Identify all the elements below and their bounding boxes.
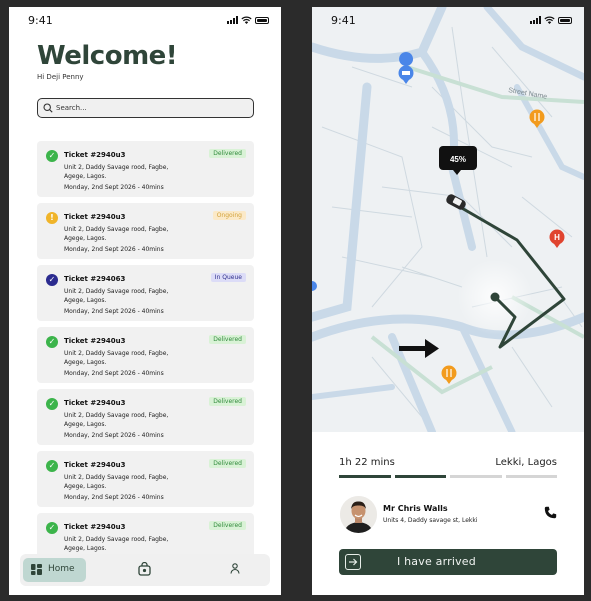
ticket-date: Monday, 2nd Sept 2026 - 40mins xyxy=(64,370,164,377)
status-icons xyxy=(227,16,269,24)
status-badge: Ongoing xyxy=(212,211,246,220)
destination-text: Lekki, Lagos xyxy=(495,457,557,468)
ticket-date: Monday, 2nd Sept 2026 - 40mins xyxy=(64,308,164,315)
status-icons xyxy=(530,16,572,24)
ticket-title: Ticket #2940u3 xyxy=(64,399,126,407)
nav-home-label: Home xyxy=(48,564,75,574)
arrived-button-label: I have arrived xyxy=(397,555,476,568)
check-icon: ✓ xyxy=(46,398,58,410)
progress-segment xyxy=(339,475,391,478)
check-icon: ✓ xyxy=(46,274,58,286)
check-icon: ✓ xyxy=(46,460,58,472)
destination-marker xyxy=(490,292,500,302)
home-screen: 9:41 Welcome! Hi Deji Penny ✓ Ticket #294… xyxy=(9,7,281,595)
ticket-title: Ticket #2940u3 xyxy=(64,213,126,221)
bag-icon[interactable] xyxy=(138,562,151,576)
search-bar[interactable] xyxy=(37,98,254,118)
ticket-date: Monday, 2nd Sept 2026 - 40mins xyxy=(64,494,164,501)
progress-segment xyxy=(450,475,502,478)
user-greeting: Hi Deji Penny xyxy=(37,73,84,81)
nav-home-tab[interactable]: Home xyxy=(23,558,86,582)
ticket-address: Unit 2, Daddy Savage rood, Fagbe, Agege,… xyxy=(64,350,169,366)
check-icon: ✓ xyxy=(46,336,58,348)
svg-text:H: H xyxy=(554,233,560,242)
ticket-address: Unit 2, Daddy Savage rood, Fagbe, Agege,… xyxy=(64,536,169,552)
progress-bubble-label: 45% xyxy=(450,155,466,164)
ticket-address: Unit 2, Daddy Savage rood, Fagbe, Agege,… xyxy=(64,164,169,180)
ticket-card[interactable]: ✓ Ticket #2940u3 Unit 2, Daddy Savage rood… xyxy=(37,141,254,197)
check-icon: ✓ xyxy=(46,522,58,534)
phone-call-icon[interactable] xyxy=(544,506,557,519)
trip-progress-bar xyxy=(339,475,557,478)
wifi-icon xyxy=(544,16,555,24)
route-map[interactable]: Street Name 45% H xyxy=(312,7,584,432)
battery-icon xyxy=(558,16,572,24)
search-input[interactable] xyxy=(56,102,246,114)
status-badge: Delivered xyxy=(209,459,246,468)
battery-icon xyxy=(255,16,269,24)
ticket-title: Ticket #2940u3 xyxy=(64,151,126,159)
arrow-right-icon xyxy=(345,554,361,570)
signal-icon xyxy=(227,16,238,24)
status-badge: In Queue xyxy=(210,273,246,282)
ticket-address: Unit 2, Daddy Savage rood, Fagbe, Agege,… xyxy=(64,474,169,490)
ticket-address: Unit 2, Daddy Savage rood, Fagbe, Agege,… xyxy=(64,412,169,428)
ticket-card[interactable]: ✓ Ticket #2940u3 Unit 2, Daddy Savage rood… xyxy=(37,327,254,383)
ticket-date: Monday, 2nd Sept 2026 - 40mins xyxy=(64,432,164,439)
ticket-card[interactable]: ✓ Ticket #294063 Unit 2, Daddy Savage rood… xyxy=(37,265,254,321)
eta-text: 1h 22 mins xyxy=(339,457,395,468)
ticket-title: Ticket #2940u3 xyxy=(64,523,126,531)
ticket-address: Unit 2, Daddy Savage rood, Fagbe, Agege,… xyxy=(64,288,169,304)
wifi-icon xyxy=(241,16,252,24)
ticket-address: Unit 2, Daddy Savage rood, Fagbe, Agege,… xyxy=(64,226,169,242)
ticket-title: Ticket #294063 xyxy=(64,275,126,283)
exclamation-icon: ! xyxy=(46,212,58,224)
status-time: 9:41 xyxy=(28,14,53,27)
status-bar: 9:41 xyxy=(312,7,584,35)
progress-segment xyxy=(505,475,557,478)
dashboard-icon xyxy=(31,564,42,575)
arrived-button[interactable]: I have arrived xyxy=(339,549,557,575)
status-badge: Delivered xyxy=(209,335,246,344)
ticket-title: Ticket #2940u3 xyxy=(64,337,126,345)
status-badge: Delivered xyxy=(209,521,246,530)
ticket-card[interactable]: ✓ Ticket #2940u3 Unit 2, Daddy Savage rood… xyxy=(37,451,254,507)
ticket-title: Ticket #2940u3 xyxy=(64,461,126,469)
status-badge: Delivered xyxy=(209,149,246,158)
driver-address: Units 4, Daddy savage st, Lekki xyxy=(383,517,478,524)
ticket-card[interactable]: ! Ticket #2940u3 Unit 2, Daddy Savage rood… xyxy=(37,203,254,259)
driver-name: Mr Chris Walls xyxy=(383,504,448,513)
trip-summary: 1h 22 mins Lekki, Lagos xyxy=(339,457,557,471)
signal-icon xyxy=(530,16,541,24)
check-icon: ✓ xyxy=(46,150,58,162)
page-title: Welcome! xyxy=(37,41,178,71)
progress-segment xyxy=(394,475,446,478)
ticket-date: Monday, 2nd Sept 2026 - 40mins xyxy=(64,184,164,191)
ticket-date: Monday, 2nd Sept 2026 - 40mins xyxy=(64,246,164,253)
tracking-screen: Street Name 45% H 9:41 1h 22 mins Lekki,… xyxy=(312,7,584,595)
status-bar: 9:41 xyxy=(9,7,281,35)
driver-avatar xyxy=(340,496,377,533)
status-badge: Delivered xyxy=(209,397,246,406)
bottom-nav: Home xyxy=(20,554,270,586)
search-icon xyxy=(43,103,53,113)
ticket-card[interactable]: ✓ Ticket #2940u3 Unit 2, Daddy Savage rood… xyxy=(37,389,254,445)
status-time: 9:41 xyxy=(331,14,356,27)
user-icon[interactable] xyxy=(230,563,240,574)
